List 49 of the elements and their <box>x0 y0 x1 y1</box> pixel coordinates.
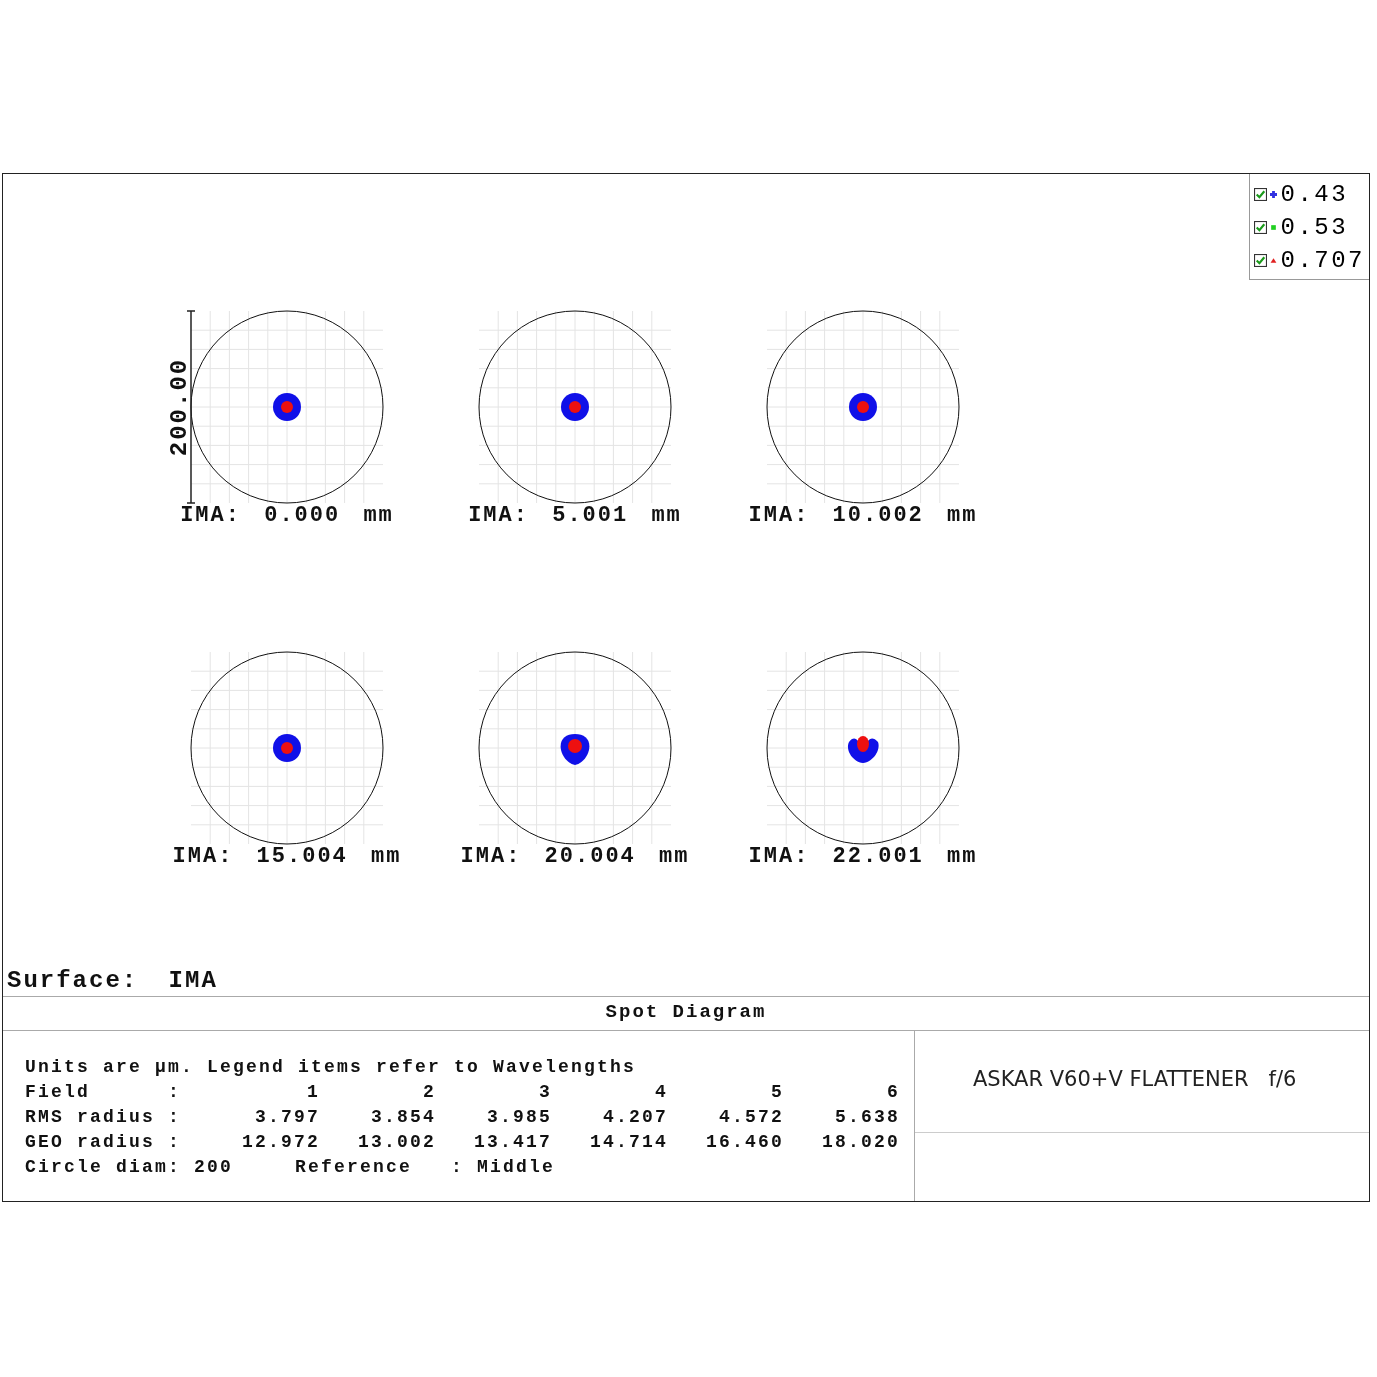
scale-label: 200.00 <box>166 357 193 457</box>
plot-label: IMA: 20.004 mm <box>460 844 690 869</box>
table-cell-text: 3.797 <box>254 1106 320 1129</box>
table-cell-text: 14.714 <box>589 1131 668 1154</box>
spot-pattern <box>847 736 879 763</box>
row-label: GEO radius <box>25 1131 157 1154</box>
lens-title: ASKAR V60+V FLATTENER f/6 <box>915 1031 1369 1133</box>
separator: : <box>168 1081 182 1104</box>
separator: : <box>168 1106 182 1129</box>
table-cell-text: 13.417 <box>473 1131 552 1154</box>
spot-pattern <box>561 393 589 421</box>
legend-label: 0.43 <box>1280 181 1349 208</box>
table-cell-text: 3.985 <box>486 1106 552 1129</box>
spot-pattern <box>849 393 877 421</box>
units-note: Units are µm. Legend items refer to Wavelengths <box>25 1056 638 1079</box>
table-cell-text: 13.002 <box>357 1131 436 1154</box>
plot-label: IMA: 10.002 mm <box>748 503 978 528</box>
table-cell-text: 5 <box>770 1081 784 1104</box>
table-cell-text: 3 <box>538 1081 552 1104</box>
separator: : <box>168 1131 182 1154</box>
table-cell-text: 2 <box>422 1081 436 1104</box>
row-label: Field <box>25 1081 91 1104</box>
spot-pattern <box>560 734 590 765</box>
row-label: RMS radius <box>25 1106 157 1129</box>
spot-pattern <box>273 393 301 421</box>
table-cell-text: 3.854 <box>370 1106 436 1129</box>
footer-text: Reference : Middle <box>295 1156 556 1179</box>
table-cell-text: 1 <box>306 1081 320 1104</box>
table-cell-text: 4.207 <box>602 1106 668 1129</box>
plot-label: IMA: 22.001 mm <box>748 844 978 869</box>
table-cell-text: 5.638 <box>834 1106 900 1129</box>
table-cell-text: 6 <box>886 1081 900 1104</box>
checkbox[interactable] <box>1254 188 1268 201</box>
legend-label: 0.53 <box>1280 214 1349 241</box>
footer-text: Circle diam: 200 <box>25 1156 235 1179</box>
plot-label: IMA: 5.001 mm <box>468 503 682 528</box>
plot-label: IMA: 15.004 mm <box>172 844 402 869</box>
table-cell-text: 4.572 <box>718 1106 784 1129</box>
table-cell-text: 4 <box>654 1081 668 1104</box>
table-cell-text: 16.460 <box>705 1131 784 1154</box>
plot-label: IMA: 0.000 mm <box>180 503 394 528</box>
diagram-title: Spot Diagram <box>3 997 1369 1031</box>
surface-label: Surface: IMA <box>7 967 219 994</box>
checkbox[interactable] <box>1254 221 1268 234</box>
table-cell-text: 18.020 <box>821 1131 900 1154</box>
checkbox[interactable] <box>1254 254 1268 267</box>
spot-pattern <box>273 734 301 762</box>
legend-label: 0.707 <box>1280 247 1365 274</box>
table-cell-text: 12.972 <box>241 1131 320 1154</box>
